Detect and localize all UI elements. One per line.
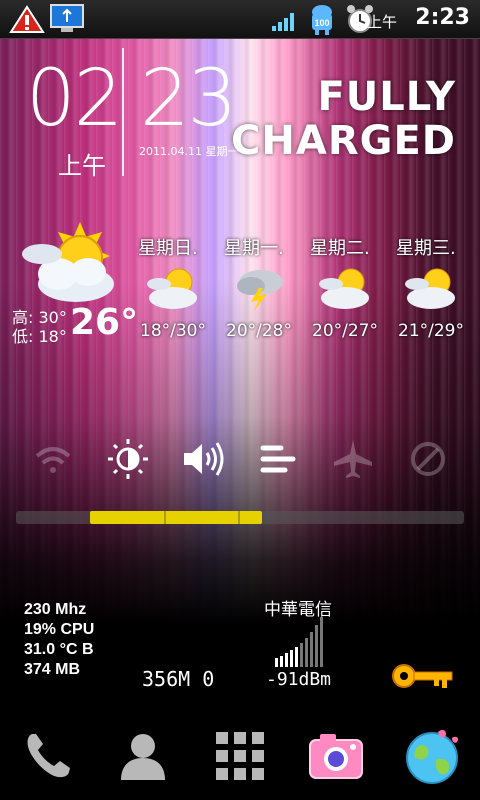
signal-dbm: -91dBm [266, 669, 332, 690]
thunderstorm-icon [237, 270, 283, 312]
partly-cloudy-icon [147, 268, 197, 309]
contacts-icon[interactable] [113, 726, 173, 786]
current-weather-icon [22, 222, 114, 302]
forecast-temps-3: 20°/27° [312, 321, 378, 341]
android-battery-icon: 100 [312, 5, 332, 35]
key-icon[interactable] [390, 660, 456, 692]
status-ampm: 上午 [366, 13, 397, 31]
battery-status-line1: FULLY [317, 74, 456, 120]
browser-globe-icon[interactable] [402, 726, 462, 786]
battery-status-line2: CHARGED [231, 118, 456, 164]
partly-cloudy-icon [319, 268, 369, 309]
warning-icon [9, 5, 45, 33]
forecast-temps-1: 18°/30° [140, 321, 206, 341]
clock-ampm: 上午 [58, 152, 106, 180]
battery-temperature: 31.0 °C B [24, 641, 94, 658]
clock-hour: 02 [26, 54, 123, 144]
cpu-frequency: 230 Mhz [24, 601, 87, 618]
partly-cloudy-icon [405, 268, 455, 309]
airplane-icon[interactable] [330, 436, 376, 482]
brightness-icon[interactable] [105, 436, 151, 482]
weather-low: 低: 18° [12, 327, 67, 346]
wifi-icon[interactable] [30, 436, 76, 482]
current-temp: 26° [70, 302, 139, 343]
status-bar[interactable]: 100 上午 2:23 [0, 0, 480, 39]
forecast-day-3: 星期二. [310, 238, 370, 259]
signal-icon [272, 13, 294, 31]
brightness-slider-fill [90, 511, 262, 524]
forecast-temps-4: 21°/29° [398, 321, 464, 341]
brightness-slider-track[interactable] [16, 511, 464, 524]
forecast-day-1: 星期日. [138, 238, 198, 259]
gps-icon[interactable] [405, 436, 451, 482]
camera-icon[interactable] [306, 726, 366, 786]
sound-icon[interactable] [180, 436, 226, 482]
memory-free: 374 MB [24, 661, 81, 678]
status-time: 2:23 [415, 5, 470, 30]
traffic-counter: 356M 0 [142, 667, 215, 691]
phone-icon[interactable] [18, 726, 78, 786]
cpu-usage: 19% CPU [24, 621, 95, 638]
usb-debug-icon [50, 4, 84, 32]
forecast-day-4: 星期三. [396, 238, 456, 259]
slider-segment [238, 511, 240, 524]
clock-minute: 23 [140, 54, 237, 144]
sync-icon[interactable] [255, 436, 301, 482]
slider-segment [164, 511, 166, 524]
forecast-day-2: 星期一. [224, 238, 284, 259]
battery-level: 100 [314, 18, 329, 28]
app-drawer-icon[interactable] [210, 726, 270, 786]
forecast-temps-2: 20°/28° [226, 321, 292, 341]
clock-date: 2011.04.11 星期一 [139, 145, 239, 158]
clock-divider [122, 48, 124, 176]
signal-strength-bars-icon [275, 617, 323, 667]
